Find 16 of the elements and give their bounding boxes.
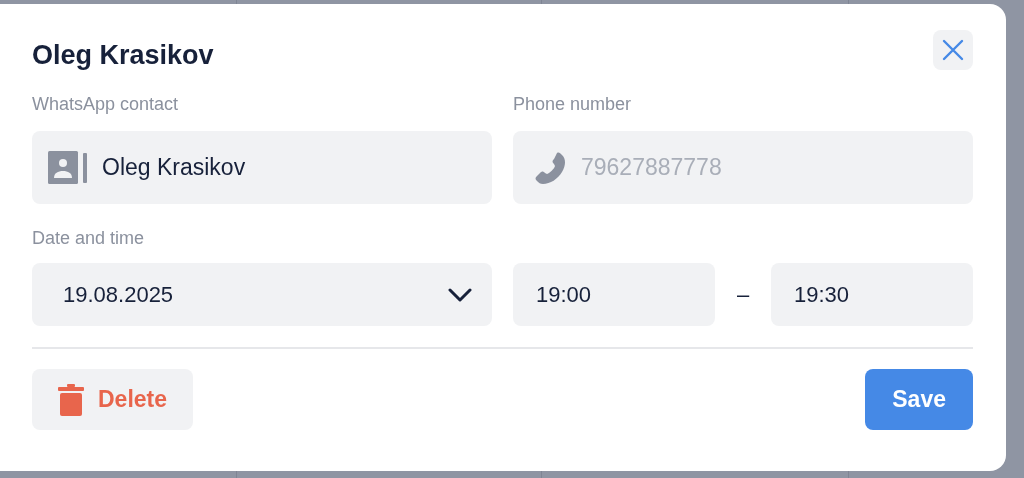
date-dropdown[interactable]: 19.08.2025 bbox=[32, 263, 492, 326]
start-time-field[interactable]: 19:00 bbox=[513, 263, 715, 326]
chevron-down-icon bbox=[448, 287, 472, 302]
phone-icon bbox=[533, 150, 567, 185]
field-label: Date and time bbox=[32, 228, 146, 249]
dialog-title: Oleg Krasikov bbox=[32, 38, 214, 71]
field-label: Phone number bbox=[513, 94, 633, 115]
range-separator: – bbox=[735, 281, 751, 308]
close-button[interactable] bbox=[933, 30, 973, 70]
close-icon bbox=[942, 39, 964, 61]
trash-icon bbox=[58, 383, 84, 416]
contact-icon bbox=[48, 151, 88, 184]
save-button[interactable]: Save bbox=[865, 369, 973, 430]
field-label: WhatsApp contact bbox=[32, 94, 180, 115]
end-time-field[interactable]: 19:30 bbox=[771, 263, 973, 326]
contact-field[interactable]: Oleg Krasikov bbox=[32, 131, 492, 204]
